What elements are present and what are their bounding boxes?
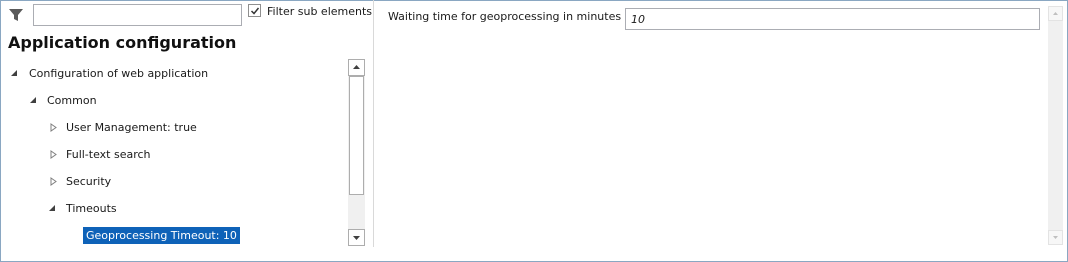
scroll-up-button[interactable]	[348, 59, 365, 76]
geoprocessing-time-input[interactable]	[625, 8, 1040, 30]
filter-input[interactable]	[33, 4, 242, 26]
filter-sub-elements-checkbox[interactable]	[248, 4, 261, 17]
pane-divider[interactable]	[373, 0, 374, 247]
geoprocessing-time-label: Waiting time for geoprocessing in minute…	[388, 10, 622, 23]
tree-node-label: Geoprocessing Timeout: 10	[83, 227, 240, 244]
chevron-down-icon	[353, 236, 360, 240]
scroll-down-button[interactable]	[348, 229, 365, 246]
scroll-up-button[interactable]	[1048, 6, 1063, 21]
tree-scrollbar[interactable]	[348, 59, 365, 246]
collapsed-arrow-icon[interactable]	[49, 177, 58, 186]
tree-node-label: User Management: true	[66, 121, 197, 134]
chevron-up-icon	[1053, 12, 1058, 15]
expanded-arrow-icon[interactable]	[29, 96, 38, 105]
checkmark-icon	[250, 7, 260, 15]
tree-node-label: Timeouts	[66, 202, 117, 215]
scroll-thumb[interactable]	[349, 76, 364, 195]
collapsed-arrow-icon[interactable]	[49, 123, 58, 132]
filter-sub-elements-label: Filter sub elements	[267, 5, 373, 18]
collapsed-arrow-icon[interactable]	[49, 150, 58, 159]
tree-node-label: Full-text search	[66, 148, 151, 161]
property-scrollbar[interactable]	[1048, 6, 1063, 245]
chevron-down-icon	[1053, 236, 1058, 239]
chevron-up-icon	[353, 65, 360, 69]
tree-node-label: Configuration of web application	[29, 67, 209, 80]
funnel-icon[interactable]	[8, 7, 24, 23]
expanded-arrow-icon[interactable]	[10, 69, 19, 78]
configuration-tree: Configuration of web application Common …	[0, 59, 347, 249]
page-title: Application configuration	[8, 33, 237, 52]
tree-node-label: Common	[47, 94, 97, 107]
expanded-arrow-icon[interactable]	[48, 204, 57, 213]
scroll-down-button[interactable]	[1048, 230, 1063, 245]
tree-node-label: Security	[66, 175, 112, 188]
